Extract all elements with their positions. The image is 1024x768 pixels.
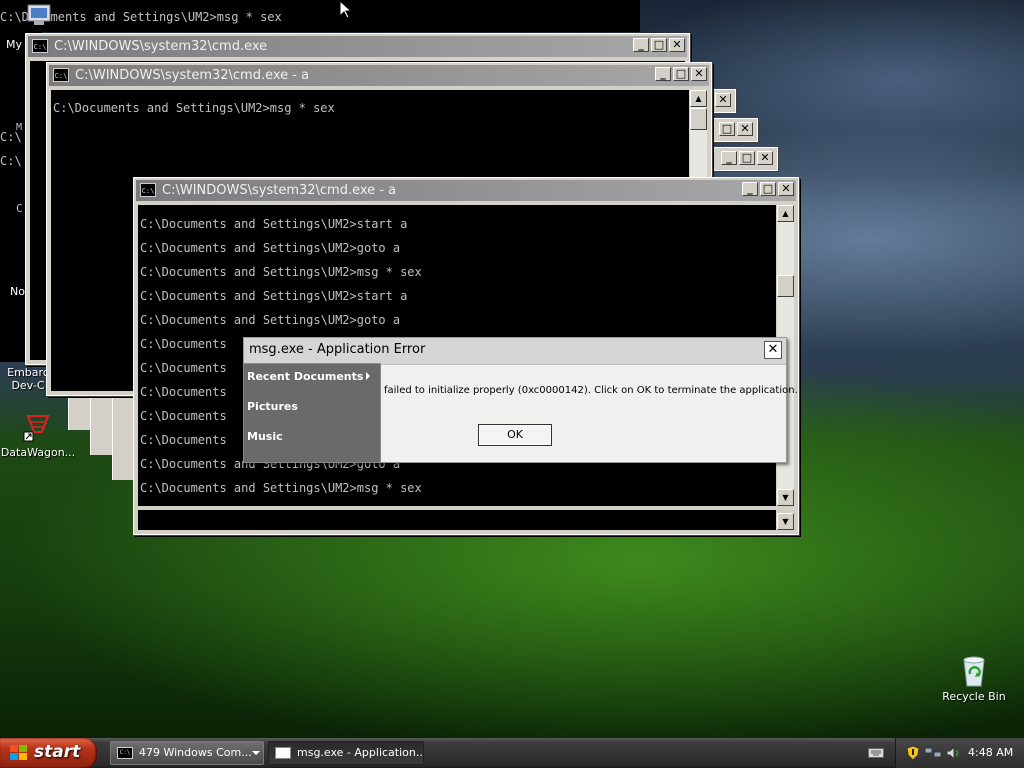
minimize-button[interactable]: _ xyxy=(633,38,649,52)
error-message: failed to initialize properly (0xc000014… xyxy=(384,385,798,396)
minimize-button[interactable]: _ xyxy=(742,182,758,196)
close-button[interactable]: ✕ xyxy=(757,151,773,165)
maximize-button[interactable]: □ xyxy=(760,182,776,196)
console-line: C:\Documents and Settings\UM2>msg * sex xyxy=(140,481,422,495)
close-button[interactable]: ✕ xyxy=(669,38,685,52)
mouse-cursor-icon xyxy=(339,0,351,19)
menu-item-recent-documents[interactable]: Recent Documents xyxy=(247,370,363,383)
window-title: C:\WINDOWS\system32\cmd.exe - a xyxy=(162,183,397,198)
title-bar[interactable]: C:\ C:\WINDOWS\system32\cmd.exe _ □ ✕ xyxy=(28,36,687,57)
close-button[interactable]: ✕ xyxy=(715,93,731,107)
keyboard-icon[interactable] xyxy=(868,748,884,758)
dialog-title-bar[interactable]: msg.exe - Application Error ✕ xyxy=(244,338,786,365)
scroll-up-button[interactable]: ▲ xyxy=(777,205,794,222)
close-button[interactable]: ✕ xyxy=(737,122,753,136)
volume-icon[interactable] xyxy=(946,746,960,760)
menu-item-music[interactable]: Music xyxy=(247,430,283,443)
security-shield-icon[interactable] xyxy=(906,745,920,761)
console-input-pane[interactable] xyxy=(138,510,776,530)
taskbar-button-command-prompts[interactable]: C:\ 479 Windows Com... xyxy=(110,741,264,765)
close-button[interactable]: ✕ xyxy=(778,182,794,196)
windows-logo-pane xyxy=(19,745,27,752)
stacked-window-edge xyxy=(112,395,135,480)
maximize-button[interactable]: □ xyxy=(739,151,755,165)
start-button[interactable]: start xyxy=(0,738,97,768)
scroll-up-button[interactable]: ▲ xyxy=(690,90,707,107)
ok-button[interactable]: OK xyxy=(478,424,552,446)
close-button[interactable]: ✕ xyxy=(691,67,707,81)
title-bar[interactable]: C:\ C:\WINDOWS\system32\cmd.exe - a _ □ … xyxy=(136,180,796,201)
maximize-button[interactable]: □ xyxy=(673,67,689,81)
cmd-icon: C:\ xyxy=(140,183,156,197)
console-line: C:\Documents and Settings\UM2>goto a xyxy=(140,241,401,255)
console-line: C:\Documents and Settings\UM2>start a xyxy=(140,217,408,231)
window-title: C:\WINDOWS\system32\cmd.exe - a xyxy=(75,68,310,83)
windows-logo-pane xyxy=(19,753,27,760)
my-computer-icon[interactable] xyxy=(24,4,54,28)
recycle-bin-icon xyxy=(963,656,985,687)
desktop-icon-recycle-bin[interactable]: Recycle Bin xyxy=(940,654,1008,703)
network-icon[interactable] xyxy=(924,746,942,760)
console-line: C:\Documents and Settings\UM2>msg * sex xyxy=(53,101,335,115)
taskbar-button-label: msg.exe - Application... xyxy=(297,746,424,759)
datawagon-icon xyxy=(23,415,50,442)
taskbar-button-msg-error[interactable]: msg.exe - Application... xyxy=(268,741,424,765)
desktop-icon-label: My xyxy=(6,38,23,51)
scroll-thumb[interactable] xyxy=(777,275,794,297)
desktop-icon-datawagon[interactable]: DataWagon... xyxy=(0,412,76,459)
desktop-icon-label: Recycle Bin xyxy=(942,690,1006,703)
desktop: C:\Documents and Settings\UM2>msg * sex … xyxy=(0,0,1024,738)
window-icon xyxy=(275,747,291,759)
system-tray: 4:48 AM xyxy=(895,738,1024,768)
minimize-button[interactable]: _ xyxy=(655,67,671,81)
cmd-icon: C:\ xyxy=(32,39,48,53)
cmd-icon: C:\ xyxy=(117,747,133,759)
menu-item-pictures[interactable]: Pictures xyxy=(247,400,298,413)
maximize-button[interactable]: □ xyxy=(719,122,735,136)
maximize-button[interactable]: □ xyxy=(651,38,667,52)
start-menu-fragment[interactable]: Recent Documents Pictures Music xyxy=(243,363,381,463)
taskbar-button-label: 479 Windows Com... xyxy=(139,746,252,759)
windows-logo-icon xyxy=(10,745,28,761)
submenu-arrow-icon xyxy=(366,372,370,380)
taskbar: start C:\ 479 Windows Com... msg.exe - A… xyxy=(0,738,1024,768)
windows-logo-pane xyxy=(10,753,18,760)
clock[interactable]: 4:48 AM xyxy=(968,746,1013,759)
scroll-down-button[interactable]: ▼ xyxy=(777,513,794,530)
console-fragment: C:\ xyxy=(0,154,22,168)
console-fragment: C xyxy=(16,202,23,215)
scroll-down-button[interactable]: ▼ xyxy=(777,489,794,506)
desktop-icon-label: DataWagon... xyxy=(0,446,76,459)
stacked-window-edge xyxy=(68,395,91,430)
console-line: C:\Documents and Settings\UM2>goto a xyxy=(140,313,401,327)
console-fragment: C:\ xyxy=(0,130,22,144)
stacked-window-edge xyxy=(90,395,113,455)
start-label: start xyxy=(34,742,81,762)
dialog-title: msg.exe - Application Error xyxy=(249,342,426,357)
windows-logo-pane xyxy=(10,745,18,752)
console-line: C:\Documents and Settings\UM2>start a xyxy=(140,289,408,303)
background-console: C:\Documents and Settings\UM2>msg * sex xyxy=(0,0,640,32)
cmd-icon: C:\ xyxy=(53,68,69,82)
console-line: C:\Documents and Settings\UM2>msg * sex xyxy=(140,265,422,279)
window-title: C:\WINDOWS\system32\cmd.exe xyxy=(54,39,268,54)
group-arrow-icon xyxy=(252,751,260,755)
minimize-button[interactable]: _ xyxy=(721,151,737,165)
title-bar[interactable]: C:\ C:\WINDOWS\system32\cmd.exe - a _ □ … xyxy=(49,65,709,86)
console-fragment: No xyxy=(10,285,25,298)
dialog-close-button[interactable]: ✕ xyxy=(764,341,782,359)
scroll-thumb[interactable] xyxy=(690,108,707,130)
